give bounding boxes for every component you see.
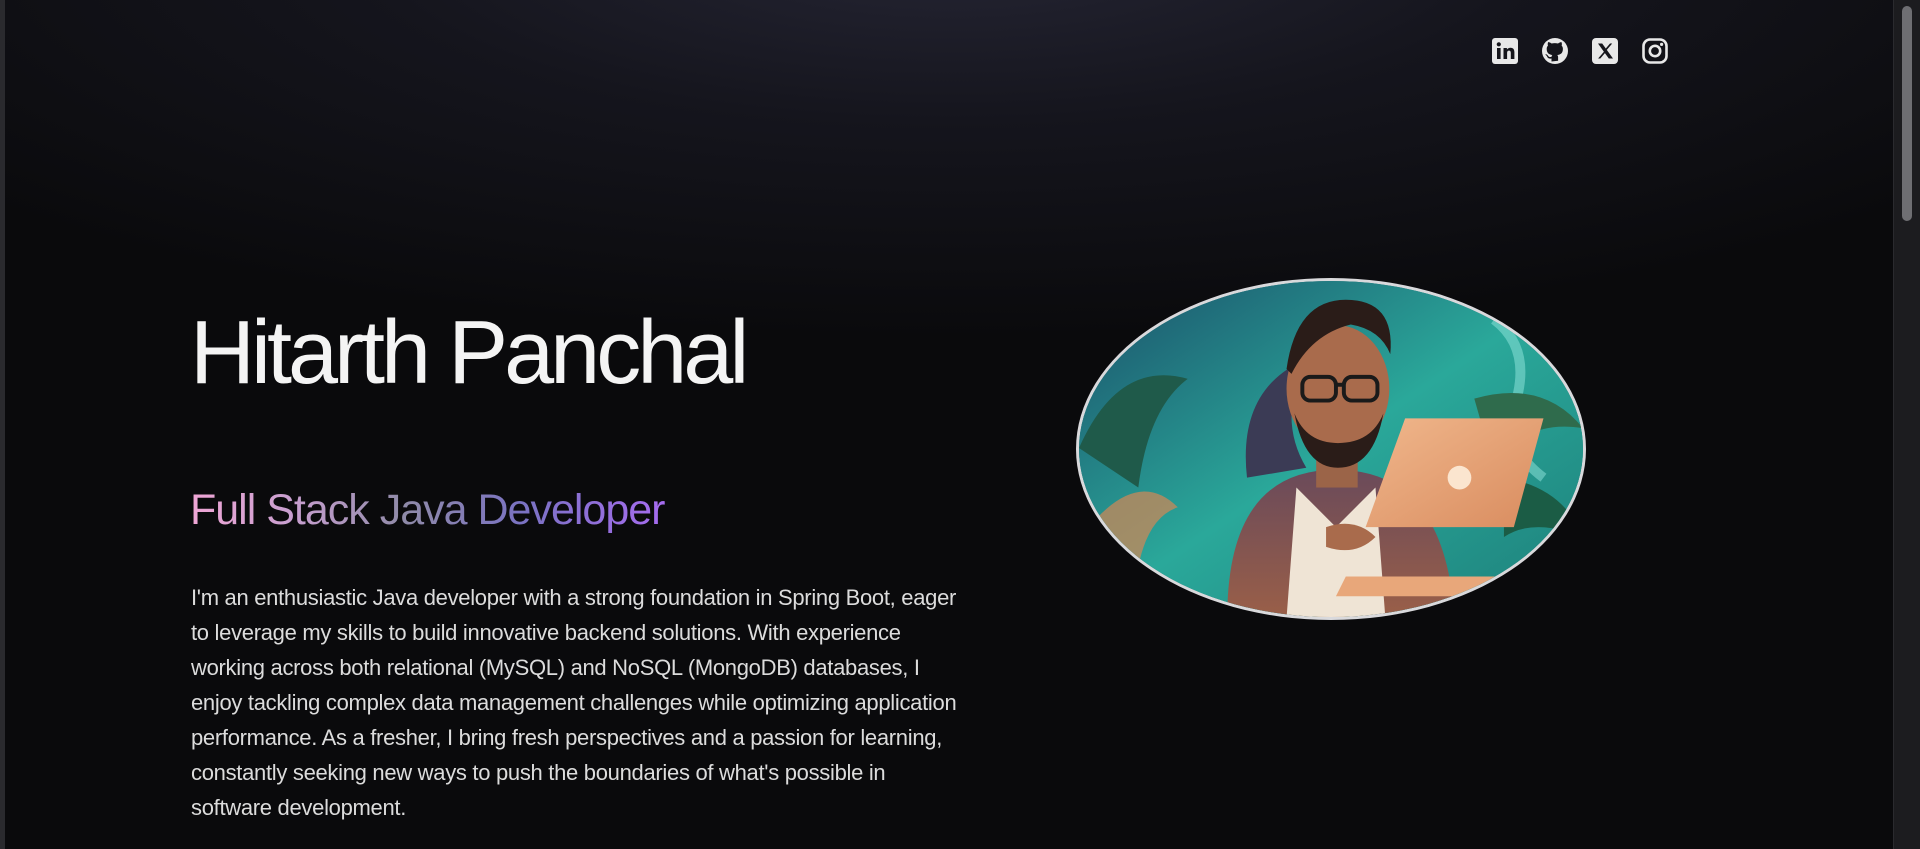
hero-role: Full Stack Java Developer (190, 486, 665, 534)
social-links (1490, 36, 1670, 66)
github-link[interactable] (1540, 36, 1570, 66)
developer-illustration (1079, 281, 1583, 617)
x-twitter-icon (1592, 38, 1618, 64)
hero-bio: I'm an enthusiastic Java developer with … (191, 585, 957, 820)
instagram-icon (1642, 38, 1668, 64)
scrollbar-thumb[interactable] (1902, 6, 1912, 221)
window-left-edge (0, 0, 5, 849)
github-icon (1542, 38, 1568, 64)
hero-name: Hitarth Panchal (190, 303, 749, 403)
x-link[interactable] (1590, 36, 1620, 66)
instagram-link[interactable] (1640, 36, 1670, 66)
linkedin-icon (1492, 38, 1518, 64)
vertical-scrollbar[interactable] (1893, 0, 1920, 849)
linkedin-link[interactable] (1490, 36, 1520, 66)
profile-avatar (1076, 278, 1586, 620)
